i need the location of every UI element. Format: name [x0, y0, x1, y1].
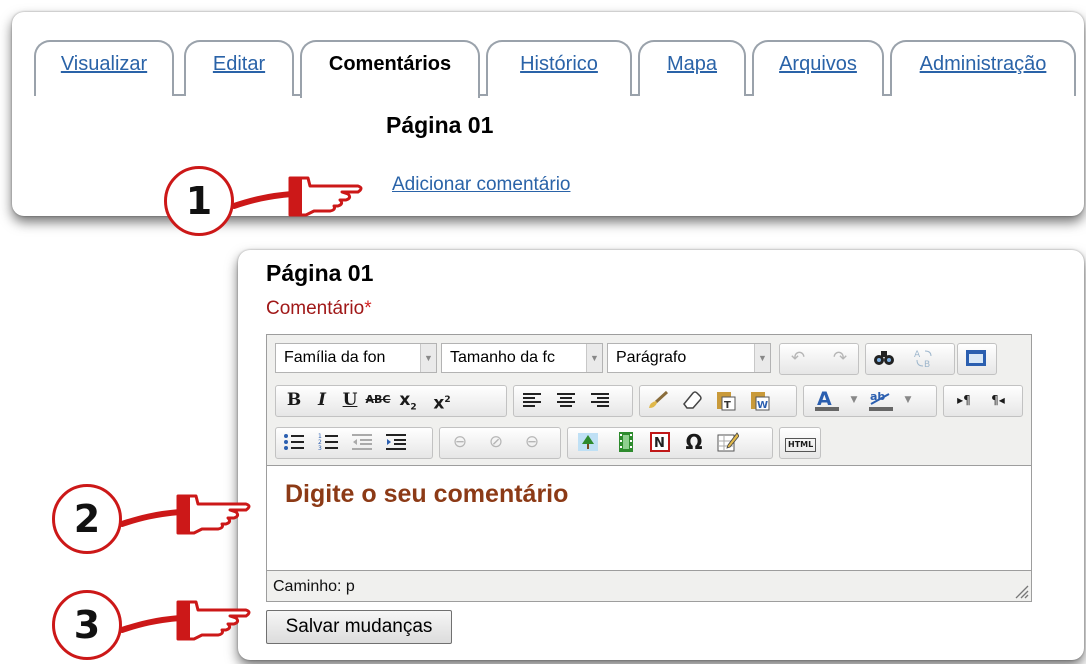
- toolbar-row-1: Família da fon ▼ Tamanho da fc ▼ Parágra…: [267, 337, 1031, 377]
- italic-icon[interactable]: I: [309, 385, 335, 415]
- numbered-list-icon[interactable]: 123: [315, 427, 341, 457]
- tab-mapa[interactable]: Mapa: [638, 40, 746, 96]
- redo-icon[interactable]: ↷: [827, 343, 853, 373]
- callout-number: 3: [52, 590, 122, 660]
- tab-historico[interactable]: Histórico: [486, 40, 632, 96]
- bullet-list-icon[interactable]: [281, 427, 307, 457]
- unlink-icon[interactable]: ⊘: [483, 427, 509, 457]
- comment-form-panel: Página 01 Comentário* Família da fon ▼ T…: [238, 250, 1084, 660]
- page-break-icon[interactable]: N: [647, 427, 673, 457]
- pointing-hand-icon: [119, 494, 251, 535]
- svg-text:W: W: [757, 400, 768, 411]
- undo-icon[interactable]: ↶: [785, 343, 811, 373]
- svg-text:3: 3: [318, 445, 322, 451]
- callout-number: 1: [164, 166, 234, 236]
- indent-icon[interactable]: [383, 427, 409, 457]
- resize-grip-icon[interactable]: [1013, 583, 1029, 599]
- comment-content-text: Digite o seu comentário: [285, 480, 569, 508]
- required-marker: *: [364, 298, 372, 319]
- svg-text:N: N: [654, 436, 665, 451]
- rtl-icon[interactable]: ¶◂: [985, 385, 1011, 415]
- subscript-icon[interactable]: x2: [395, 385, 421, 415]
- chevron-down-icon[interactable]: ▼: [901, 385, 915, 415]
- chevron-down-icon[interactable]: ▼: [847, 385, 861, 415]
- pointing-hand-icon: [231, 176, 363, 217]
- callout-number: 2: [52, 484, 122, 554]
- media-icon[interactable]: [613, 427, 639, 457]
- find-icon[interactable]: [871, 343, 897, 373]
- add-comment-link[interactable]: Adicionar comentário: [392, 174, 570, 196]
- fullscreen-icon[interactable]: [963, 343, 989, 373]
- callout-2: 2: [52, 484, 282, 560]
- chevron-down-icon: ▼: [586, 344, 602, 372]
- paste-text-icon[interactable]: T: [713, 385, 739, 415]
- replace-icon[interactable]: AB: [911, 343, 937, 373]
- tab-editar[interactable]: Editar: [184, 40, 294, 96]
- font-family-value: Família da fon: [284, 349, 386, 366]
- eraser-icon[interactable]: [679, 385, 705, 415]
- toolbar-row-3: 123 ⊖ ⊘ ⊖ N Ω HTML: [267, 421, 1031, 461]
- align-left-icon[interactable]: [519, 385, 545, 415]
- font-family-select[interactable]: Família da fon ▼: [275, 343, 437, 373]
- editor-path-bar: Caminho: p: [267, 573, 1031, 601]
- image-icon[interactable]: [575, 427, 601, 457]
- chevron-down-icon: ▼: [754, 344, 770, 372]
- svg-text:T: T: [724, 400, 731, 411]
- format-value: Parágrafo: [616, 349, 687, 366]
- form-page-title: Página 01: [266, 260, 374, 286]
- svg-text:B: B: [924, 360, 930, 369]
- tab-bar: Visualizar Editar Comentários Histórico …: [12, 36, 1084, 98]
- text-color-icon[interactable]: A: [809, 385, 845, 415]
- comment-field-label: Comentário*: [266, 298, 372, 320]
- brush-icon[interactable]: [645, 385, 671, 415]
- outdent-icon[interactable]: [349, 427, 375, 457]
- edit-table-icon[interactable]: [715, 427, 741, 457]
- toolbar-row-2: B I U ABC x2 x2 T W A ▼ ab ▼ ▸¶ ¶◂: [267, 379, 1031, 419]
- comment-content-area[interactable]: Digite o seu comentário: [267, 465, 1031, 571]
- tab-visualizar[interactable]: Visualizar: [34, 40, 174, 96]
- omega-icon[interactable]: Ω: [681, 427, 707, 457]
- font-size-value: Tamanho da fc: [450, 349, 555, 366]
- callout-3: 3: [52, 590, 282, 664]
- comment-label-text: Comentário: [266, 298, 365, 319]
- rich-text-editor: Família da fon ▼ Tamanho da fc ▼ Parágra…: [266, 334, 1032, 602]
- html-source-button[interactable]: HTML: [785, 427, 817, 457]
- tab-arquivos[interactable]: Arquivos: [752, 40, 884, 96]
- page-title: Página 01: [386, 112, 494, 138]
- link-icon[interactable]: ⊖: [447, 427, 473, 457]
- strikethrough-icon[interactable]: ABC: [365, 385, 391, 415]
- superscript-icon[interactable]: x2: [429, 385, 455, 415]
- format-select[interactable]: Parágrafo ▼: [607, 343, 771, 373]
- tab-administracao[interactable]: Administração: [890, 40, 1076, 96]
- bold-icon[interactable]: B: [281, 385, 307, 415]
- font-size-select[interactable]: Tamanho da fc ▼: [441, 343, 603, 373]
- svg-text:A: A: [817, 388, 832, 410]
- chevron-down-icon: ▼: [420, 344, 436, 372]
- highlight-color-icon[interactable]: ab: [863, 385, 899, 415]
- underline-icon[interactable]: U: [337, 385, 363, 415]
- align-right-icon[interactable]: [587, 385, 613, 415]
- html-button-label: HTML: [785, 438, 817, 452]
- pointing-hand-icon: [119, 600, 251, 641]
- tab-comentarios[interactable]: Comentários: [300, 40, 480, 98]
- ltr-icon[interactable]: ▸¶: [951, 385, 977, 415]
- paste-word-icon[interactable]: W: [747, 385, 773, 415]
- save-changes-button[interactable]: Salvar mudanças: [266, 610, 452, 644]
- callout-1: 1: [164, 166, 394, 242]
- element-path: Caminho: p: [273, 578, 355, 595]
- anchor-icon[interactable]: ⊖: [519, 427, 545, 457]
- align-center-icon[interactable]: [553, 385, 579, 415]
- svg-text:A: A: [914, 350, 921, 360]
